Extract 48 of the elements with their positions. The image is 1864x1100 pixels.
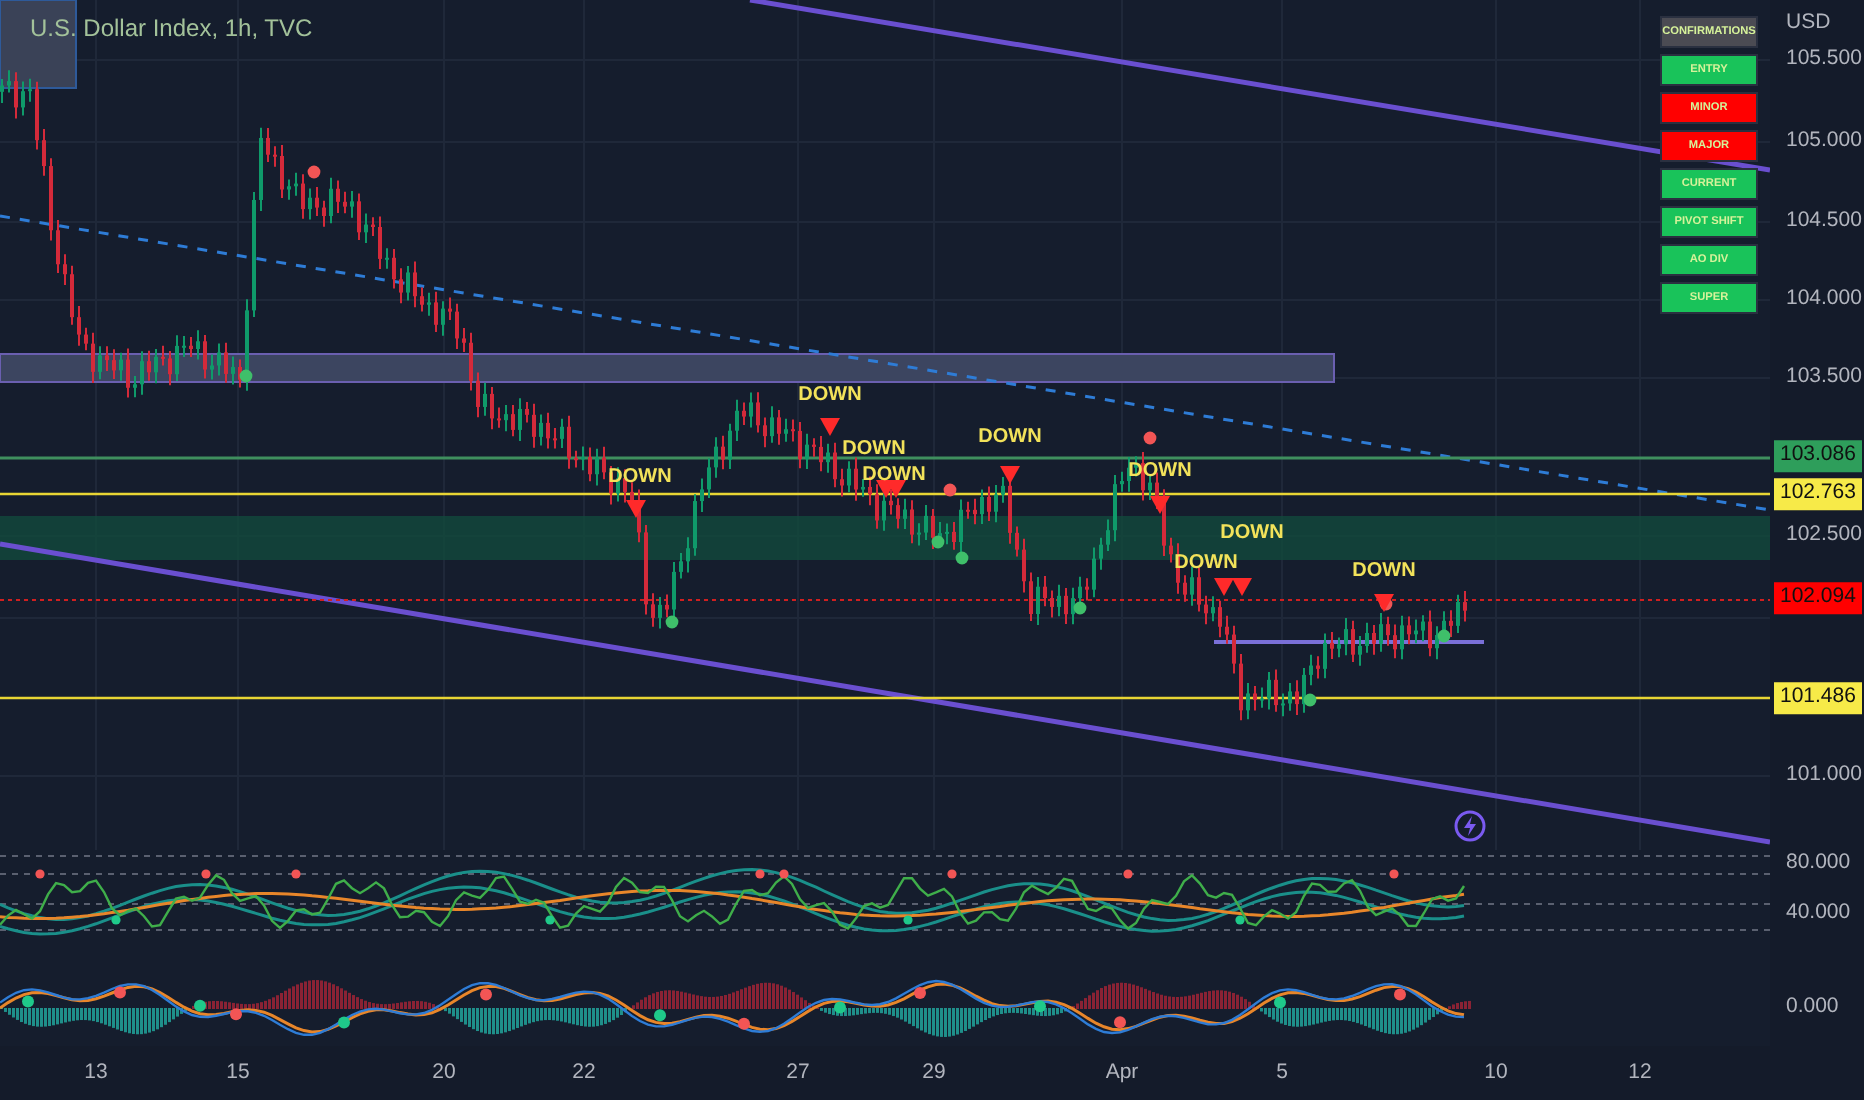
price-tick: 101.000 xyxy=(1786,760,1862,791)
signal-dot xyxy=(665,615,679,629)
signal-label: DOWN xyxy=(862,466,926,486)
signal-dot xyxy=(1303,693,1317,707)
time-tick: 20 xyxy=(432,1058,456,1088)
price-tick: 104.000 xyxy=(1786,284,1862,315)
price-tick: 104.500 xyxy=(1786,206,1862,237)
signal-label: DOWN xyxy=(1352,562,1416,582)
signal-dot xyxy=(1073,601,1087,615)
signal-label: DOWN xyxy=(842,440,906,460)
time-tick: 27 xyxy=(786,1058,810,1088)
signal-dot xyxy=(1143,431,1157,445)
time-tick: 29 xyxy=(922,1058,946,1088)
indicator-tick: 80.000 xyxy=(1786,850,1851,879)
down-triangle-icon xyxy=(820,418,840,436)
price-tag: 101.486 xyxy=(1774,682,1862,714)
signal-dot xyxy=(931,535,945,549)
signal-dot xyxy=(943,483,957,497)
price-tag: 102.094 xyxy=(1774,582,1862,614)
time-tick: 10 xyxy=(1484,1058,1508,1088)
signal-label: DOWN xyxy=(978,428,1042,448)
signal-label: DOWN xyxy=(798,386,862,406)
price-tag: 103.086 xyxy=(1774,440,1862,472)
time-tick: 12 xyxy=(1628,1058,1652,1088)
chart-title: U.S. Dollar Index, 1h, TVC xyxy=(30,12,313,46)
time-tick: 22 xyxy=(572,1058,596,1088)
down-triangle-icon xyxy=(1000,466,1020,484)
signal-dot xyxy=(1437,629,1451,643)
signal-dot xyxy=(955,551,969,565)
oscillator-tick: 0.000 xyxy=(1786,992,1839,1023)
price-tag: 102.763 xyxy=(1774,478,1862,510)
price-tick: 105.000 xyxy=(1786,126,1862,157)
price-tick: 102.500 xyxy=(1786,520,1862,551)
currency-label: USD xyxy=(1786,8,1831,38)
signal-dot xyxy=(307,165,321,179)
time-tick: Apr xyxy=(1105,1058,1139,1088)
price-tick: 103.500 xyxy=(1786,362,1862,393)
time-tick: 13 xyxy=(84,1058,108,1088)
indicator-tick: 40.000 xyxy=(1786,898,1851,929)
down-triangle-icon xyxy=(1150,496,1170,514)
price-tick: 105.500 xyxy=(1786,44,1862,75)
down-triangle-icon xyxy=(1374,594,1394,612)
signal-label: DOWN xyxy=(1220,524,1284,544)
lightning-icon xyxy=(1454,810,1486,842)
time-tick: 5 xyxy=(1276,1058,1288,1088)
time-tick: 15 xyxy=(226,1058,250,1088)
down-triangle-icon xyxy=(626,500,646,518)
signal-dot xyxy=(239,369,253,383)
